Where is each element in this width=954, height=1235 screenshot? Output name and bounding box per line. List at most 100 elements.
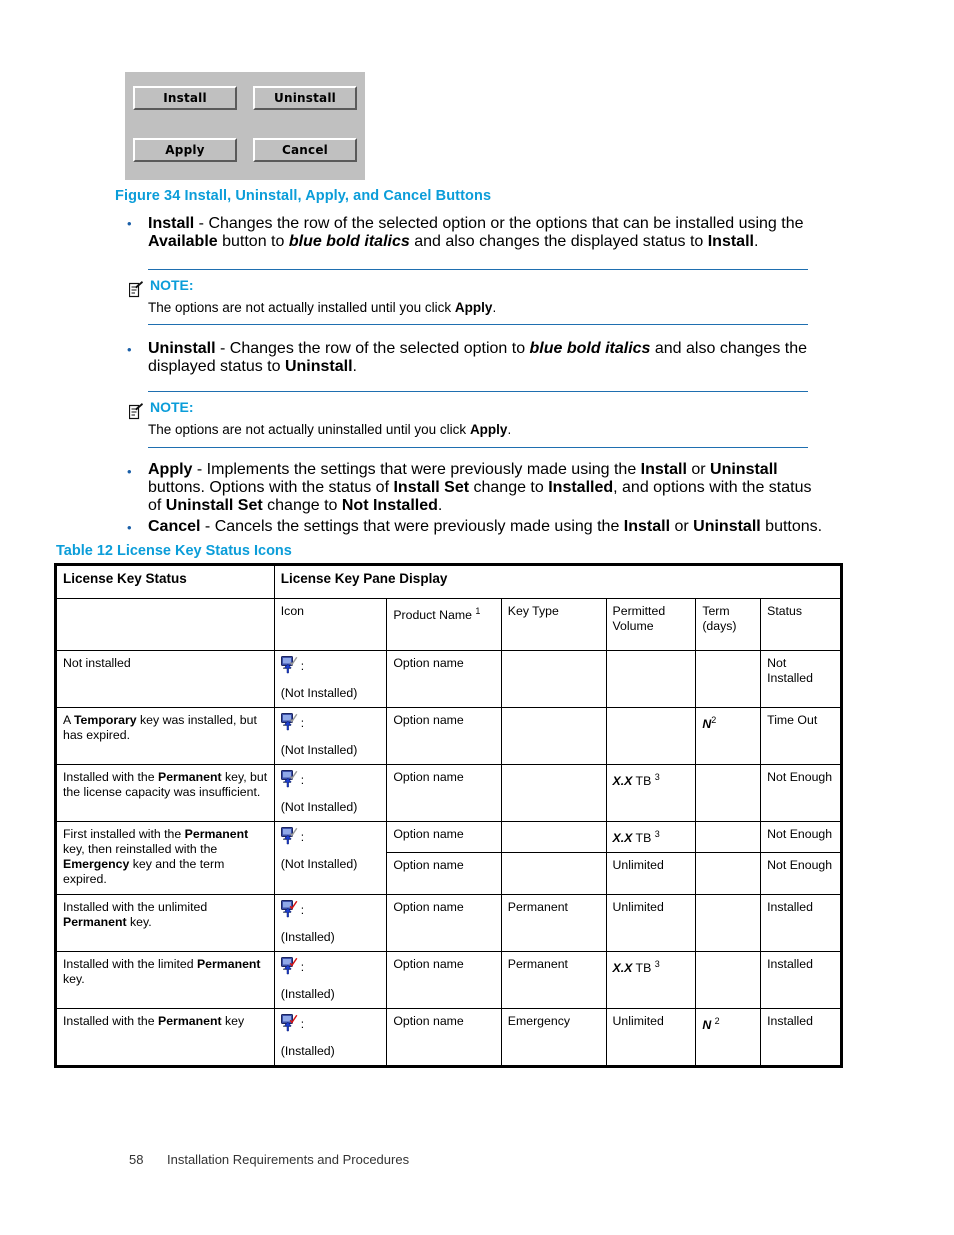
bullet-marker: • [127,520,132,535]
bullet-uninstall-term: Uninstall [148,340,216,357]
cell-term [695,894,762,953]
table-row: Installed with the Permanent key, but th… [54,764,843,822]
installed-icon: : [280,1014,381,1036]
bullet-marker: • [127,342,132,357]
status-pre: Installed with the limited [63,957,197,972]
cell-status: Time Out [760,707,843,765]
cell-term [695,951,762,1010]
bullet-install-text3: and also changes the displayed status to [409,233,708,250]
status-post: key. [63,972,85,987]
bullet-cancel: Cancel - Cancels the settings that were … [148,518,828,536]
t: buttons. [760,518,823,535]
not-installed-icon: : [280,656,381,678]
bullet-marker: • [127,464,132,479]
cell-key-type [500,764,607,822]
uninstall-button[interactable]: Uninstall [253,86,357,110]
not-installed-term: Not Installed [341,497,438,514]
table-caption: Table 12 License Key Status Icons [56,543,292,559]
header-permitted-volume: Permitted Volume [605,598,697,651]
cell-product-name: Option name [386,894,502,953]
status-pre: First installed with the [63,827,185,841]
cell-status: Not Enough [760,852,843,896]
t: Implements the settings that were previo… [206,461,641,478]
t: or [670,518,694,535]
uninstall-term: Uninstall [710,461,778,478]
header-icon: Icon [273,598,388,651]
note-divider-top [148,269,808,270]
sep: - [194,215,209,232]
install-status-term: Install [707,233,754,250]
permanent-term: Permanent [184,827,249,841]
note-label: NOTE: [150,399,194,415]
footnote-marker: 3 [654,772,660,782]
permanent-term: Permanent [196,957,261,972]
apply-button[interactable]: Apply [133,138,237,162]
cell-license-key-status: First installed with the Permanent key, … [54,820,275,896]
bullet-install-term: Install [148,215,195,232]
cell-permitted-volume [605,707,697,765]
volume-unit: TB [632,774,655,789]
status-pre: Installed with the unlimited [63,900,208,915]
footnote-marker: 3 [654,959,660,970]
header-product-name-label: Product Name [393,608,472,623]
note-text-1: The options are not actually uninstalled… [148,422,470,437]
install-button[interactable]: Install [133,86,237,110]
cell-product-name: Option name [386,764,502,822]
bullet-apply: Apply - Implements the settings that wer… [148,461,828,515]
cell-product-name: Option name [386,707,502,765]
icon-colon: : [300,830,305,844]
permanent-term: Permanent [63,915,127,930]
note-apply-term: Apply [454,300,493,315]
icon-caption: (Not Installed) [280,743,358,757]
note-body: The options are not actually installed u… [148,299,828,318]
footnote-marker: 2 [711,715,717,725]
note-text-2: . [507,422,512,437]
blue-bold-italics-emph: blue bold italics [529,340,651,357]
bullet-marker: • [127,216,132,231]
bullet-uninstall-text1: Changes the row of the selected option t… [229,340,530,357]
volume-unit: TB [632,961,655,976]
icon-colon: : [300,716,305,730]
status-pre: Installed with the [63,1014,159,1029]
footer-chapter: Installation Requirements and Procedures [167,1152,410,1167]
uninstall-term: Uninstall [693,518,761,535]
cell-icon: : (Not Installed) [273,820,388,896]
installed-term: Installed [548,479,614,496]
header-license-key-pane-display: License Key Pane Display [273,563,844,599]
cell-product-name: Option name [386,820,502,854]
term-value: N [702,1018,712,1033]
cell-key-type [500,820,607,854]
cell-term [695,764,762,822]
t: change to [469,479,549,496]
note-icon [128,403,143,420]
note-text-2: . [492,300,497,315]
table-header-main-row: License Key Status License Key Pane Disp… [54,563,844,599]
installed-icon: : [280,900,381,922]
cell-icon: : (Installed) [273,1008,388,1069]
cell-term [695,852,762,896]
cell-key-type: Emergency [500,1008,607,1069]
icon-caption: (Installed) [280,987,335,1002]
header-blank [54,598,275,651]
not-installed-icon: : [280,713,381,735]
icon-caption: (Installed) [280,1044,335,1059]
note-divider-top [148,391,808,392]
table-row: A Temporary key was installed, but has e… [54,707,843,765]
note-icon [128,281,143,298]
cell-key-type: Permanent [500,951,607,1010]
status-text: Not installed [63,656,131,670]
cell-icon: : (Installed) [273,894,388,953]
cell-permitted-volume: Unlimited [605,852,697,896]
cancel-button[interactable]: Cancel [253,138,357,162]
bullet-cancel-term: Cancel [148,518,201,535]
not-installed-icon: : [280,770,381,792]
cell-permitted-volume: X.X TB 3 [605,764,697,822]
table-header-cols-row: Icon Product Name 1 Key Type Permitted V… [54,598,843,651]
not-installed-icon: : [280,827,381,849]
cell-product-name: Option name [386,951,502,1010]
status-post: key [221,1014,245,1029]
icon-colon: : [300,659,305,673]
icon-colon: : [300,773,305,787]
cell-license-key-status: Installed with the Permanent key, but th… [54,764,275,822]
permanent-term: Permanent [158,770,222,784]
